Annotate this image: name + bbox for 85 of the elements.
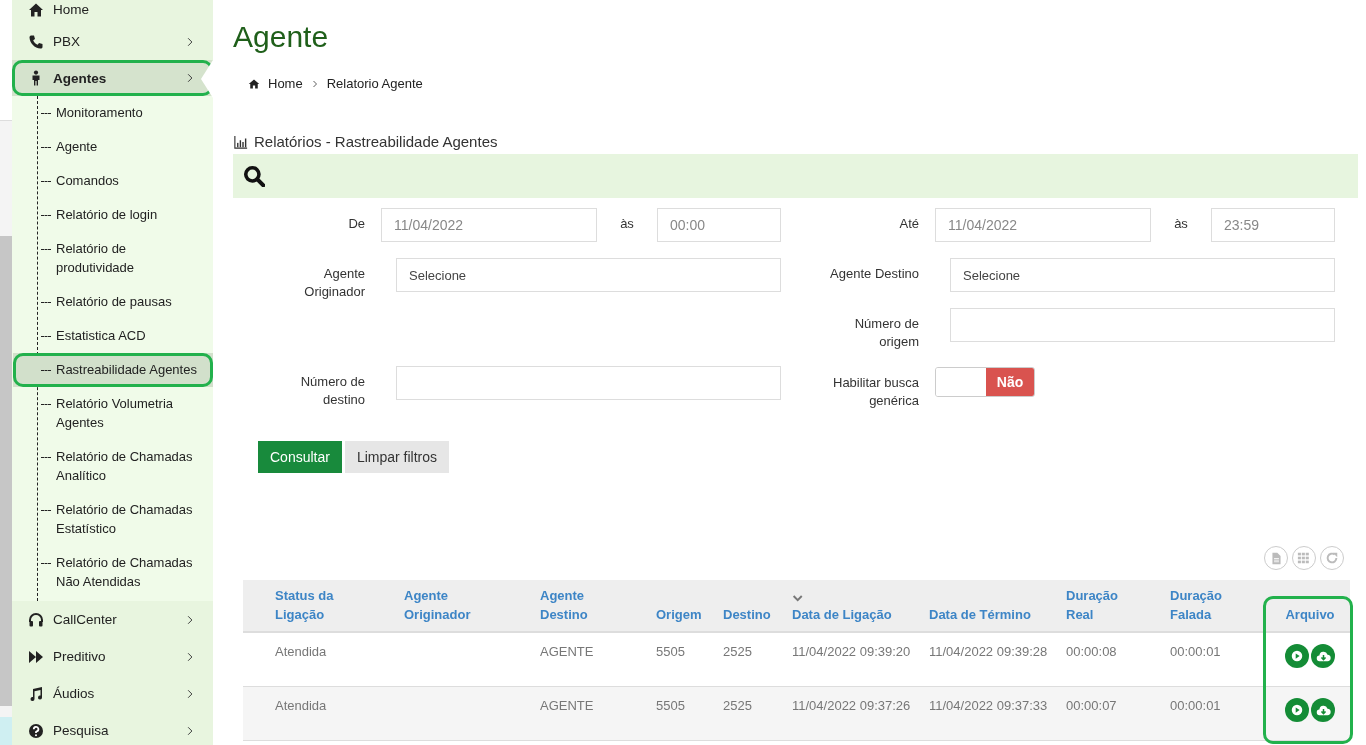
input-field[interactable] (396, 366, 781, 400)
select-field[interactable]: Selecione (950, 258, 1335, 292)
sidebar-item[interactable]: Pesquisa (12, 712, 213, 745)
field-label: Número de destino (299, 373, 365, 409)
table-cell: 11/04/2022 09:39:20 (792, 644, 911, 659)
music-note-icon (28, 685, 44, 702)
submenu-item[interactable]: Relatório de pausas (38, 285, 213, 319)
submenu-item[interactable]: Monitoramento (38, 96, 213, 130)
toggle-switch[interactable]: Não (935, 367, 1035, 397)
scrollbar[interactable] (0, 236, 12, 706)
table-cell: 11/04/2022 09:37:33 (929, 698, 1048, 713)
time-field[interactable]: 00:00 (657, 208, 781, 242)
submenu-item[interactable]: Comandos (38, 164, 213, 198)
section-title: Relatórios - Rastreabilidade Agentes (254, 133, 498, 150)
submenu-item[interactable]: Relatório de login (38, 198, 213, 232)
chevron-right-icon (185, 35, 195, 48)
grid-icon (1297, 551, 1311, 565)
table-cell: 5505 (656, 698, 685, 713)
columns-button[interactable] (1292, 546, 1316, 570)
select-field[interactable]: Selecione (396, 258, 781, 292)
sidebar-item[interactable]: Áudios (12, 675, 213, 712)
submenu-item[interactable]: Relatório de Chamadas Estatístico (38, 493, 213, 546)
field-label: Habilitar busca genérica (832, 374, 919, 410)
table-cell: 00:00:01 (1170, 644, 1221, 659)
table-cell: AGENTE (540, 698, 594, 713)
date-field[interactable]: 11/04/2022 (935, 208, 1151, 242)
table-cell: Atendida (275, 644, 327, 659)
home-icon (28, 1, 44, 18)
field-label: De (347, 215, 365, 233)
table-cell: 5505 (656, 644, 685, 659)
table-cell: AGENTE (540, 644, 594, 659)
table-cell: 00:00:01 (1170, 698, 1221, 713)
refresh-icon (1325, 551, 1339, 565)
headphones-icon (28, 611, 44, 628)
fast-forward-icon (28, 648, 44, 665)
table-cell: 00:00:07 (1066, 698, 1117, 713)
table-cell: 2525 (723, 698, 752, 713)
sidebar-item[interactable]: Agentes (12, 60, 213, 96)
date-field[interactable]: 11/04/2022 (381, 208, 597, 242)
submenu-item[interactable]: Relatório de Chamadas Não Atendidas (38, 546, 213, 599)
search-panel-header[interactable] (233, 154, 1358, 198)
chevron-right-icon (185, 613, 195, 626)
table-cell: 00:00:08 (1066, 644, 1117, 659)
clear-filters-button[interactable]: Limpar filtros (344, 441, 450, 473)
sidebar-item[interactable]: PBX (12, 23, 213, 60)
input-field[interactable] (950, 308, 1335, 342)
chevron-right-icon (310, 78, 319, 89)
submenu-item[interactable]: Relatório Volumetria Agentes (38, 387, 213, 440)
sidebar-item[interactable]: Home (12, 0, 213, 23)
chevron-right-icon (185, 687, 195, 700)
bar-chart-icon (233, 134, 249, 149)
submenu-item[interactable]: Relatório de produtividade (38, 232, 213, 285)
field-label: Número de origem (853, 315, 919, 351)
home-icon (248, 77, 260, 90)
field-label: Até (898, 215, 919, 233)
table-cell: Atendida (275, 698, 327, 713)
chevron-right-icon (185, 72, 195, 84)
field-label: às (1173, 215, 1189, 231)
phone-icon (28, 33, 44, 50)
sidebar-item[interactable]: CallCenter (12, 601, 213, 638)
submenu-item[interactable]: Agente (38, 130, 213, 164)
help-icon (28, 722, 44, 739)
submenu-item[interactable]: Estatistica ACD (38, 319, 213, 353)
query-button[interactable]: Consultar (258, 441, 342, 473)
field-label: Agente Originador (303, 265, 365, 301)
table-cell: 11/04/2022 09:37:26 (792, 698, 911, 713)
refresh-button[interactable] (1320, 546, 1344, 570)
play-icon (1290, 703, 1304, 717)
page-title: Agente (233, 20, 329, 54)
breadcrumb-link[interactable]: Home (268, 76, 303, 91)
table-row[interactable] (243, 687, 1350, 741)
document-icon (1269, 551, 1283, 565)
search-icon (243, 165, 265, 187)
field-label: às (619, 215, 635, 231)
export-button[interactable] (1264, 546, 1288, 570)
time-field[interactable]: 23:59 (1211, 208, 1335, 242)
table-cell: 2525 (723, 644, 752, 659)
chevron-right-icon (185, 724, 195, 737)
sidebar-item[interactable]: Preditivo (12, 638, 213, 675)
submenu-item[interactable]: Rastreabilidade Agentes (13, 353, 213, 387)
field-label: Agente Destino (829, 265, 919, 283)
submenu-item[interactable]: Relatório de Chamadas Analítico (38, 440, 213, 493)
chevron-right-icon (185, 650, 195, 663)
play-icon (1290, 649, 1304, 663)
table-cell: 11/04/2022 09:39:28 (929, 644, 1048, 659)
